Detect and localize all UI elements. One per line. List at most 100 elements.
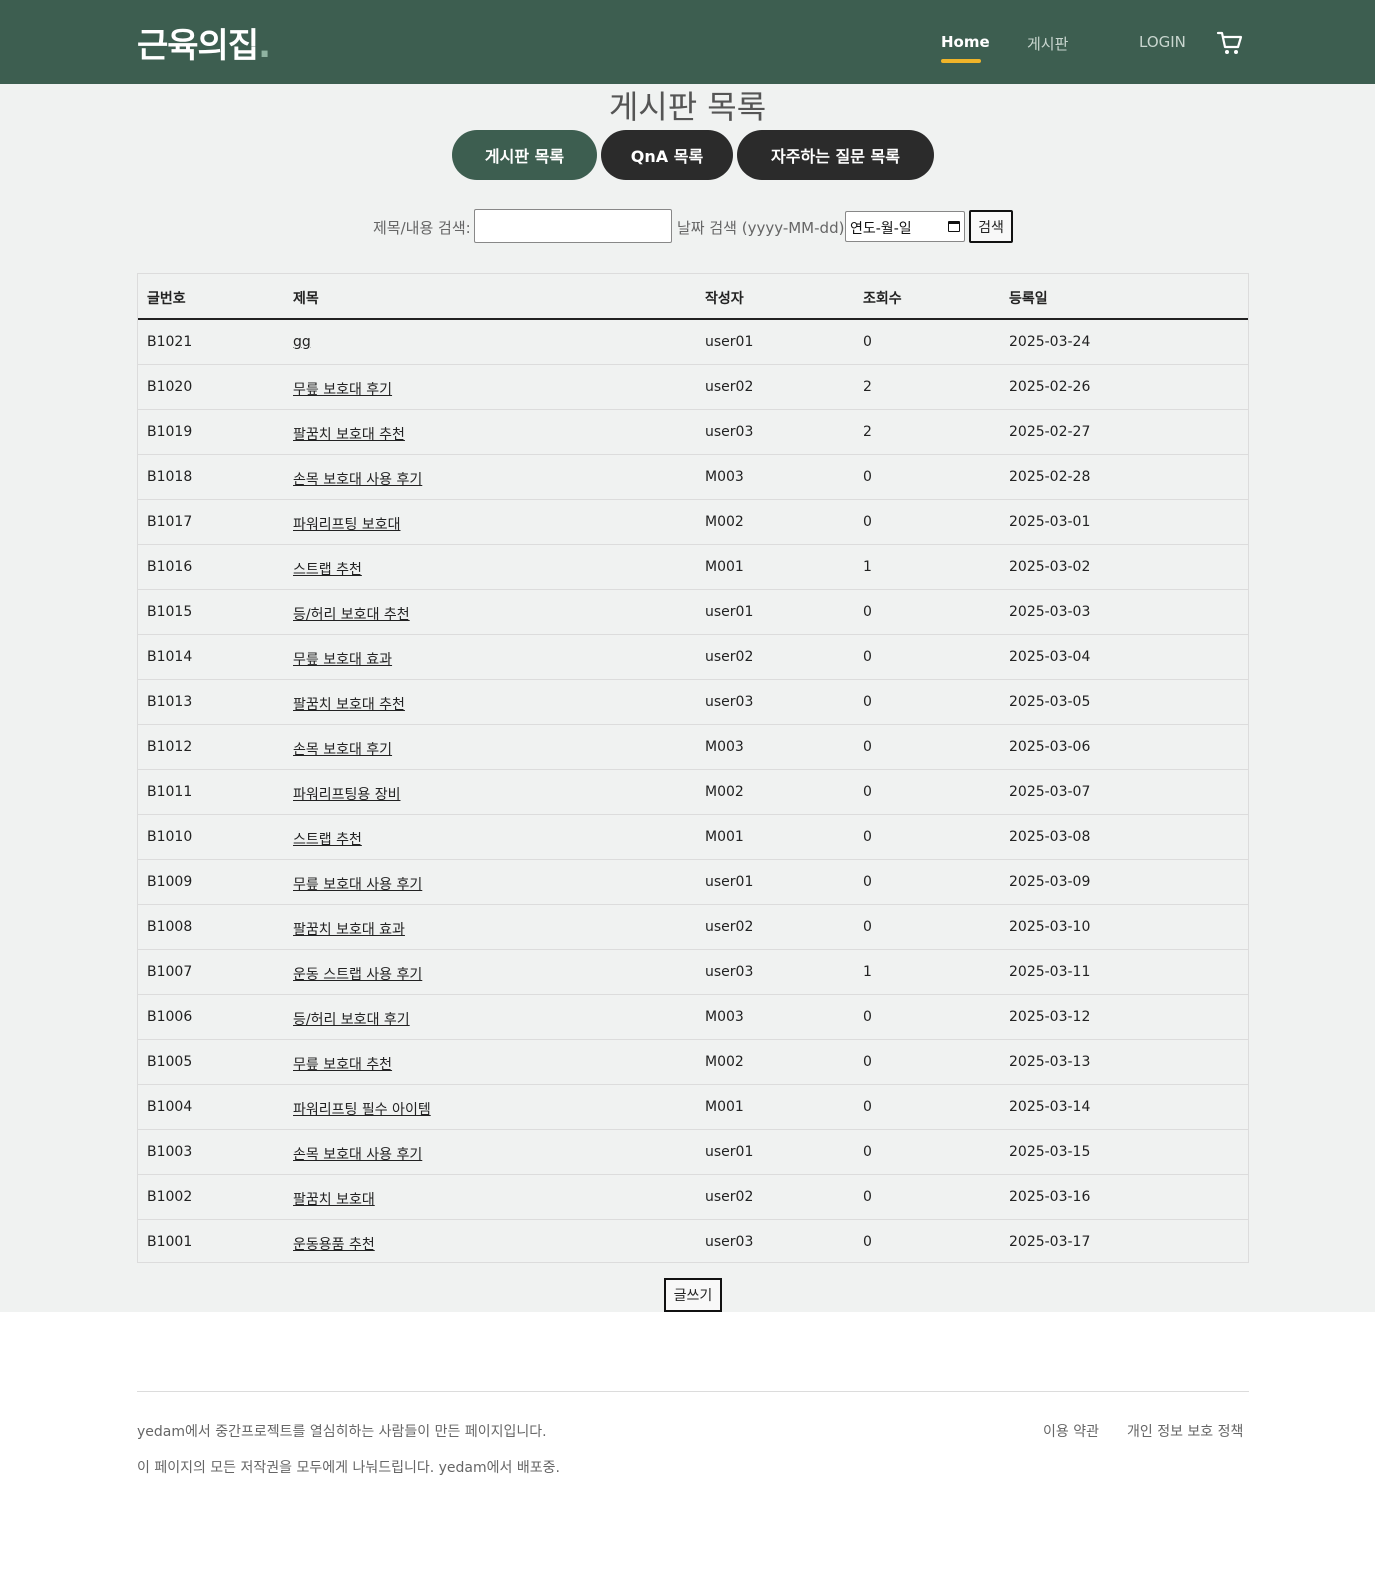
post-views: 2 (863, 379, 872, 395)
privacy-link[interactable]: 개인 정보 보호 정책 (1127, 1421, 1243, 1441)
table-row: B1012 손목 보호대 후기 M003 0 2025-03-06 (138, 725, 1248, 770)
post-title-link[interactable]: gg (293, 334, 311, 350)
post-views: 0 (863, 1189, 872, 1205)
post-title-link[interactable]: 손목 보호대 사용 후기 (293, 1144, 422, 1164)
table-row: B1007 운동 스트랩 사용 후기 user03 1 2025-03-11 (138, 950, 1248, 995)
post-date: 2025-03-06 (1009, 739, 1091, 755)
title-search-input[interactable] (474, 209, 672, 243)
nav-login[interactable]: LOGIN (1139, 33, 1186, 51)
post-title-link[interactable]: 팔꿈치 보호대 추천 (293, 694, 405, 714)
search-button[interactable]: 검색 (969, 210, 1013, 243)
table-row: B1011 파워리프팅용 장비 M002 0 2025-03-07 (138, 770, 1248, 815)
cart-icon[interactable] (1216, 30, 1244, 56)
table-row: B1010 스트랩 추천 M001 0 2025-03-08 (138, 815, 1248, 860)
post-title-link[interactable]: 운동용품 추천 (293, 1234, 375, 1254)
terms-link[interactable]: 이용 약관 (1043, 1421, 1099, 1441)
date-search-input[interactable]: 연도-월-일 (845, 211, 965, 242)
post-id: B1005 (147, 1054, 193, 1070)
post-title-link[interactable]: 파워리프팅용 장비 (293, 784, 401, 804)
post-author: M001 (705, 1099, 744, 1115)
post-id: B1006 (147, 1009, 193, 1025)
post-title-link[interactable]: 무릎 보호대 후기 (293, 379, 392, 399)
post-id: B1012 (147, 739, 193, 755)
main-content: 게시판 목록 게시판 목록 QnA 목록 자주하는 질문 목록 제목/내용 검색… (0, 84, 1375, 1312)
post-title-link[interactable]: 등/허리 보호대 추천 (293, 604, 410, 624)
post-id: B1017 (147, 514, 193, 530)
post-author: M001 (705, 829, 744, 845)
post-title-link[interactable]: 파워리프팅 보호대 (293, 514, 401, 534)
footer-text-1: yedam에서 중간프로젝트를 열심히하는 사람들이 만든 페이지입니다. (137, 1424, 547, 1440)
post-id: B1020 (147, 379, 193, 395)
post-date: 2025-03-01 (1009, 514, 1091, 530)
nav-board[interactable]: 게시판 (1027, 33, 1068, 54)
post-views: 0 (863, 469, 872, 485)
post-views: 0 (863, 1054, 872, 1070)
site-logo[interactable]: 근육의집. (137, 18, 271, 67)
footer-divider (137, 1391, 1249, 1392)
post-views: 0 (863, 334, 872, 350)
post-title-link[interactable]: 파워리프팅 필수 아이템 (293, 1099, 431, 1119)
header-id: 글번호 (147, 291, 186, 307)
post-author: M002 (705, 784, 744, 800)
post-title-link[interactable]: 무릎 보호대 효과 (293, 649, 392, 669)
post-id: B1001 (147, 1234, 193, 1250)
table-row: B1020 무릎 보호대 후기 user02 2 2025-02-26 (138, 365, 1248, 410)
post-id: B1021 (147, 334, 193, 350)
post-author: user02 (705, 379, 754, 395)
post-title-link[interactable]: 운동 스트랩 사용 후기 (293, 964, 422, 984)
header-date: 등록일 (1009, 291, 1048, 307)
post-title-link[interactable]: 팔꿈치 보호대 추천 (293, 424, 405, 444)
post-title-link[interactable]: 손목 보호대 후기 (293, 739, 392, 759)
post-views: 0 (863, 1234, 872, 1250)
post-title-link[interactable]: 손목 보호대 사용 후기 (293, 469, 422, 489)
tab-faq-list[interactable]: 자주하는 질문 목록 (737, 130, 934, 180)
post-date: 2025-02-27 (1009, 424, 1091, 440)
nav-home[interactable]: Home (941, 33, 990, 51)
post-title-link[interactable]: 스트랩 추천 (293, 559, 362, 579)
post-date: 2025-03-16 (1009, 1189, 1091, 1205)
post-id: B1015 (147, 604, 193, 620)
table-row: B1017 파워리프팅 보호대 M002 0 2025-03-01 (138, 500, 1248, 545)
post-author: user02 (705, 1189, 754, 1205)
post-date: 2025-03-02 (1009, 559, 1091, 575)
post-title-link[interactable]: 팔꿈치 보호대 효과 (293, 919, 405, 939)
post-date: 2025-03-24 (1009, 334, 1091, 350)
write-button[interactable]: 글쓰기 (664, 1278, 722, 1312)
tab-qna-list[interactable]: QnA 목록 (601, 130, 733, 180)
table-row: B1021 gg user01 0 2025-03-24 (138, 320, 1248, 365)
date-placeholder: 연도-월-일 (850, 221, 912, 237)
tab-board-list[interactable]: 게시판 목록 (452, 130, 597, 180)
post-author: user01 (705, 874, 754, 890)
post-author: M001 (705, 559, 744, 575)
footer-text-2: 이 페이지의 모든 저작권을 모두에게 나눠드립니다. yedam에서 배포중. (137, 1460, 560, 1476)
calendar-icon[interactable] (948, 221, 960, 232)
post-date: 2025-03-07 (1009, 784, 1091, 800)
header-views: 조회수 (863, 291, 902, 307)
post-author: M003 (705, 469, 744, 485)
post-title-link[interactable]: 등/허리 보호대 후기 (293, 1009, 410, 1029)
table-header: 글번호 제목 작성자 조회수 등록일 (138, 274, 1248, 320)
post-author: user03 (705, 964, 754, 980)
date-search-label: 날짜 검색 (yyyy-MM-dd): (677, 219, 850, 237)
post-title-link[interactable]: 팔꿈치 보호대 (293, 1189, 375, 1209)
table-row: B1009 무릎 보호대 사용 후기 user01 0 2025-03-09 (138, 860, 1248, 905)
table-row: B1005 무릎 보호대 추천 M002 0 2025-03-13 (138, 1040, 1248, 1085)
post-views: 0 (863, 694, 872, 710)
post-views: 0 (863, 874, 872, 890)
table-row: B1001 운동용품 추천 user03 0 2025-03-17 (138, 1220, 1248, 1265)
post-id: B1016 (147, 559, 193, 575)
post-title-link[interactable]: 스트랩 추천 (293, 829, 362, 849)
table-row: B1019 팔꿈치 보호대 추천 user03 2 2025-02-27 (138, 410, 1248, 455)
post-title-link[interactable]: 무릎 보호대 추천 (293, 1054, 392, 1074)
post-date: 2025-03-14 (1009, 1099, 1091, 1115)
table-row: B1008 팔꿈치 보호대 효과 user02 0 2025-03-10 (138, 905, 1248, 950)
post-id: B1003 (147, 1144, 193, 1160)
post-id: B1007 (147, 964, 193, 980)
nav-active-indicator (941, 59, 981, 63)
post-id: B1013 (147, 694, 193, 710)
post-title-link[interactable]: 무릎 보호대 사용 후기 (293, 874, 422, 894)
post-views: 0 (863, 1099, 872, 1115)
post-date: 2025-03-10 (1009, 919, 1091, 935)
post-date: 2025-03-13 (1009, 1054, 1091, 1070)
post-id: B1009 (147, 874, 193, 890)
